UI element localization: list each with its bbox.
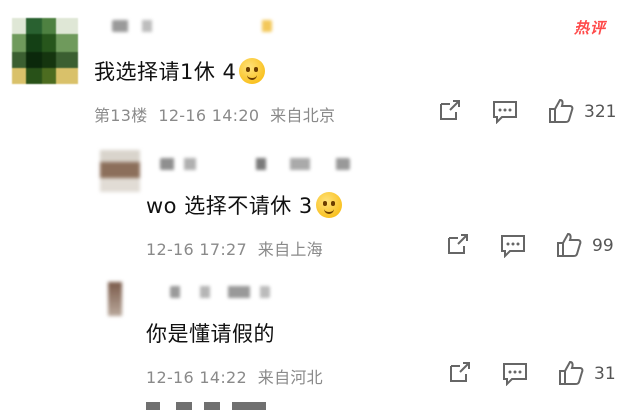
share-icon: [440, 100, 460, 120]
avatar[interactable]: [100, 150, 140, 192]
comment-location: 来自河北: [257, 368, 323, 387]
username-blurred[interactable]: [170, 286, 270, 298]
comment-icon: [493, 101, 517, 124]
comment-location: 来自上海: [257, 240, 323, 259]
share-button[interactable]: [446, 234, 470, 256]
comment-icon: [503, 363, 527, 386]
share-button[interactable]: [438, 100, 462, 122]
like-button[interactable]: [548, 98, 574, 124]
comment-location: 来自北京: [270, 106, 336, 125]
share-icon: [448, 234, 468, 254]
avatar[interactable]: [108, 282, 122, 316]
like-button[interactable]: [556, 232, 582, 258]
comment-icon: [501, 235, 525, 258]
reply-text: 你是懂请假的: [146, 322, 275, 346]
reply-button[interactable]: [492, 100, 518, 124]
reply-button[interactable]: [500, 234, 526, 258]
avatar[interactable]: [12, 18, 78, 84]
floor-number: 第13楼: [94, 106, 148, 125]
reply-meta: 12-16 14:22 来自河北: [146, 364, 323, 388]
truncated-next-comment: [146, 402, 266, 410]
reply-meta: 12-16 17:27 来自上海: [146, 236, 323, 260]
thumbs-up-icon: [557, 232, 582, 257]
comment-meta: 第13楼 12-16 14:20 来自北京: [94, 102, 335, 126]
like-count: 321: [584, 102, 617, 122]
thumbs-up-icon: [549, 98, 574, 123]
reply-button[interactable]: [502, 362, 528, 386]
like-count: 31: [594, 364, 616, 384]
like-count: 99: [592, 236, 614, 256]
share-icon: [450, 362, 470, 382]
comment-time: 12-16 17:27: [146, 240, 247, 259]
like-button[interactable]: [558, 360, 584, 386]
emoji-icon: [239, 58, 266, 84]
share-button[interactable]: [448, 362, 472, 384]
username-blurred[interactable]: [112, 20, 272, 32]
comment-time: 12-16 14:22: [146, 368, 247, 387]
comment-text: 我选择请1休 4: [94, 56, 266, 86]
comment-time: 12-16 14:20: [158, 106, 260, 125]
reply-text: wo 选择不请休 3: [146, 190, 342, 220]
emoji-icon: [315, 192, 342, 218]
thumbs-up-icon: [559, 360, 584, 385]
username-blurred[interactable]: [160, 158, 350, 170]
hot-comment-badge: 热评: [574, 19, 607, 37]
